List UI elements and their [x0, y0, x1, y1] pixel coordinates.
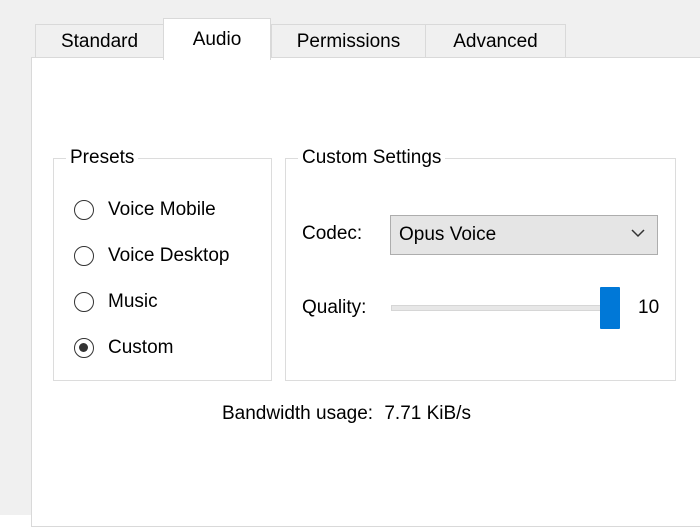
preset-voice-mobile[interactable]: Voice Mobile — [74, 196, 216, 224]
presets-group: Presets Voice Mobile Voice Desktop Music… — [53, 146, 272, 381]
preset-voice-mobile-label: Voice Mobile — [108, 199, 216, 220]
radio-button[interactable] — [74, 246, 94, 266]
quality-slider-track[interactable] — [391, 305, 619, 311]
preset-custom[interactable]: Custom — [74, 334, 173, 362]
custom-settings-group-title: Custom Settings — [298, 146, 446, 170]
codec-select[interactable]: Opus Voice — [390, 215, 658, 255]
radio-button[interactable] — [74, 292, 94, 312]
custom-settings-group: Custom Settings Codec: Opus Voice Qualit… — [285, 146, 676, 381]
quality-value: 10 — [638, 297, 660, 318]
codec-label: Codec: — [302, 223, 363, 244]
chevron-down-icon — [631, 229, 645, 238]
preset-music[interactable]: Music — [74, 288, 158, 316]
radio-button[interactable] — [74, 200, 94, 220]
bandwidth-value: 7.71 KiB/s — [384, 403, 471, 424]
bandwidth-usage: Bandwidth usage: 7.71 KiB/s — [222, 403, 471, 425]
quality-label: Quality: — [302, 297, 367, 318]
bandwidth-label: Bandwidth usage: — [222, 403, 374, 424]
radio-button-checked[interactable] — [74, 338, 94, 358]
audio-tab-panel: Presets Voice Mobile Voice Desktop Music… — [31, 57, 700, 527]
tab-permissions[interactable]: Permissions — [271, 24, 426, 58]
tab-advanced[interactable]: Advanced — [425, 24, 566, 58]
tab-standard[interactable]: Standard — [35, 24, 164, 58]
quality-slider-thumb[interactable] — [600, 287, 620, 329]
preset-music-label: Music — [108, 291, 158, 312]
codec-select-value: Opus Voice — [399, 224, 497, 245]
tab-audio[interactable]: Audio — [163, 18, 271, 60]
presets-group-title: Presets — [66, 146, 139, 170]
preset-custom-label: Custom — [108, 337, 174, 358]
preset-voice-desktop[interactable]: Voice Desktop — [74, 242, 229, 270]
preset-voice-desktop-label: Voice Desktop — [108, 245, 230, 266]
